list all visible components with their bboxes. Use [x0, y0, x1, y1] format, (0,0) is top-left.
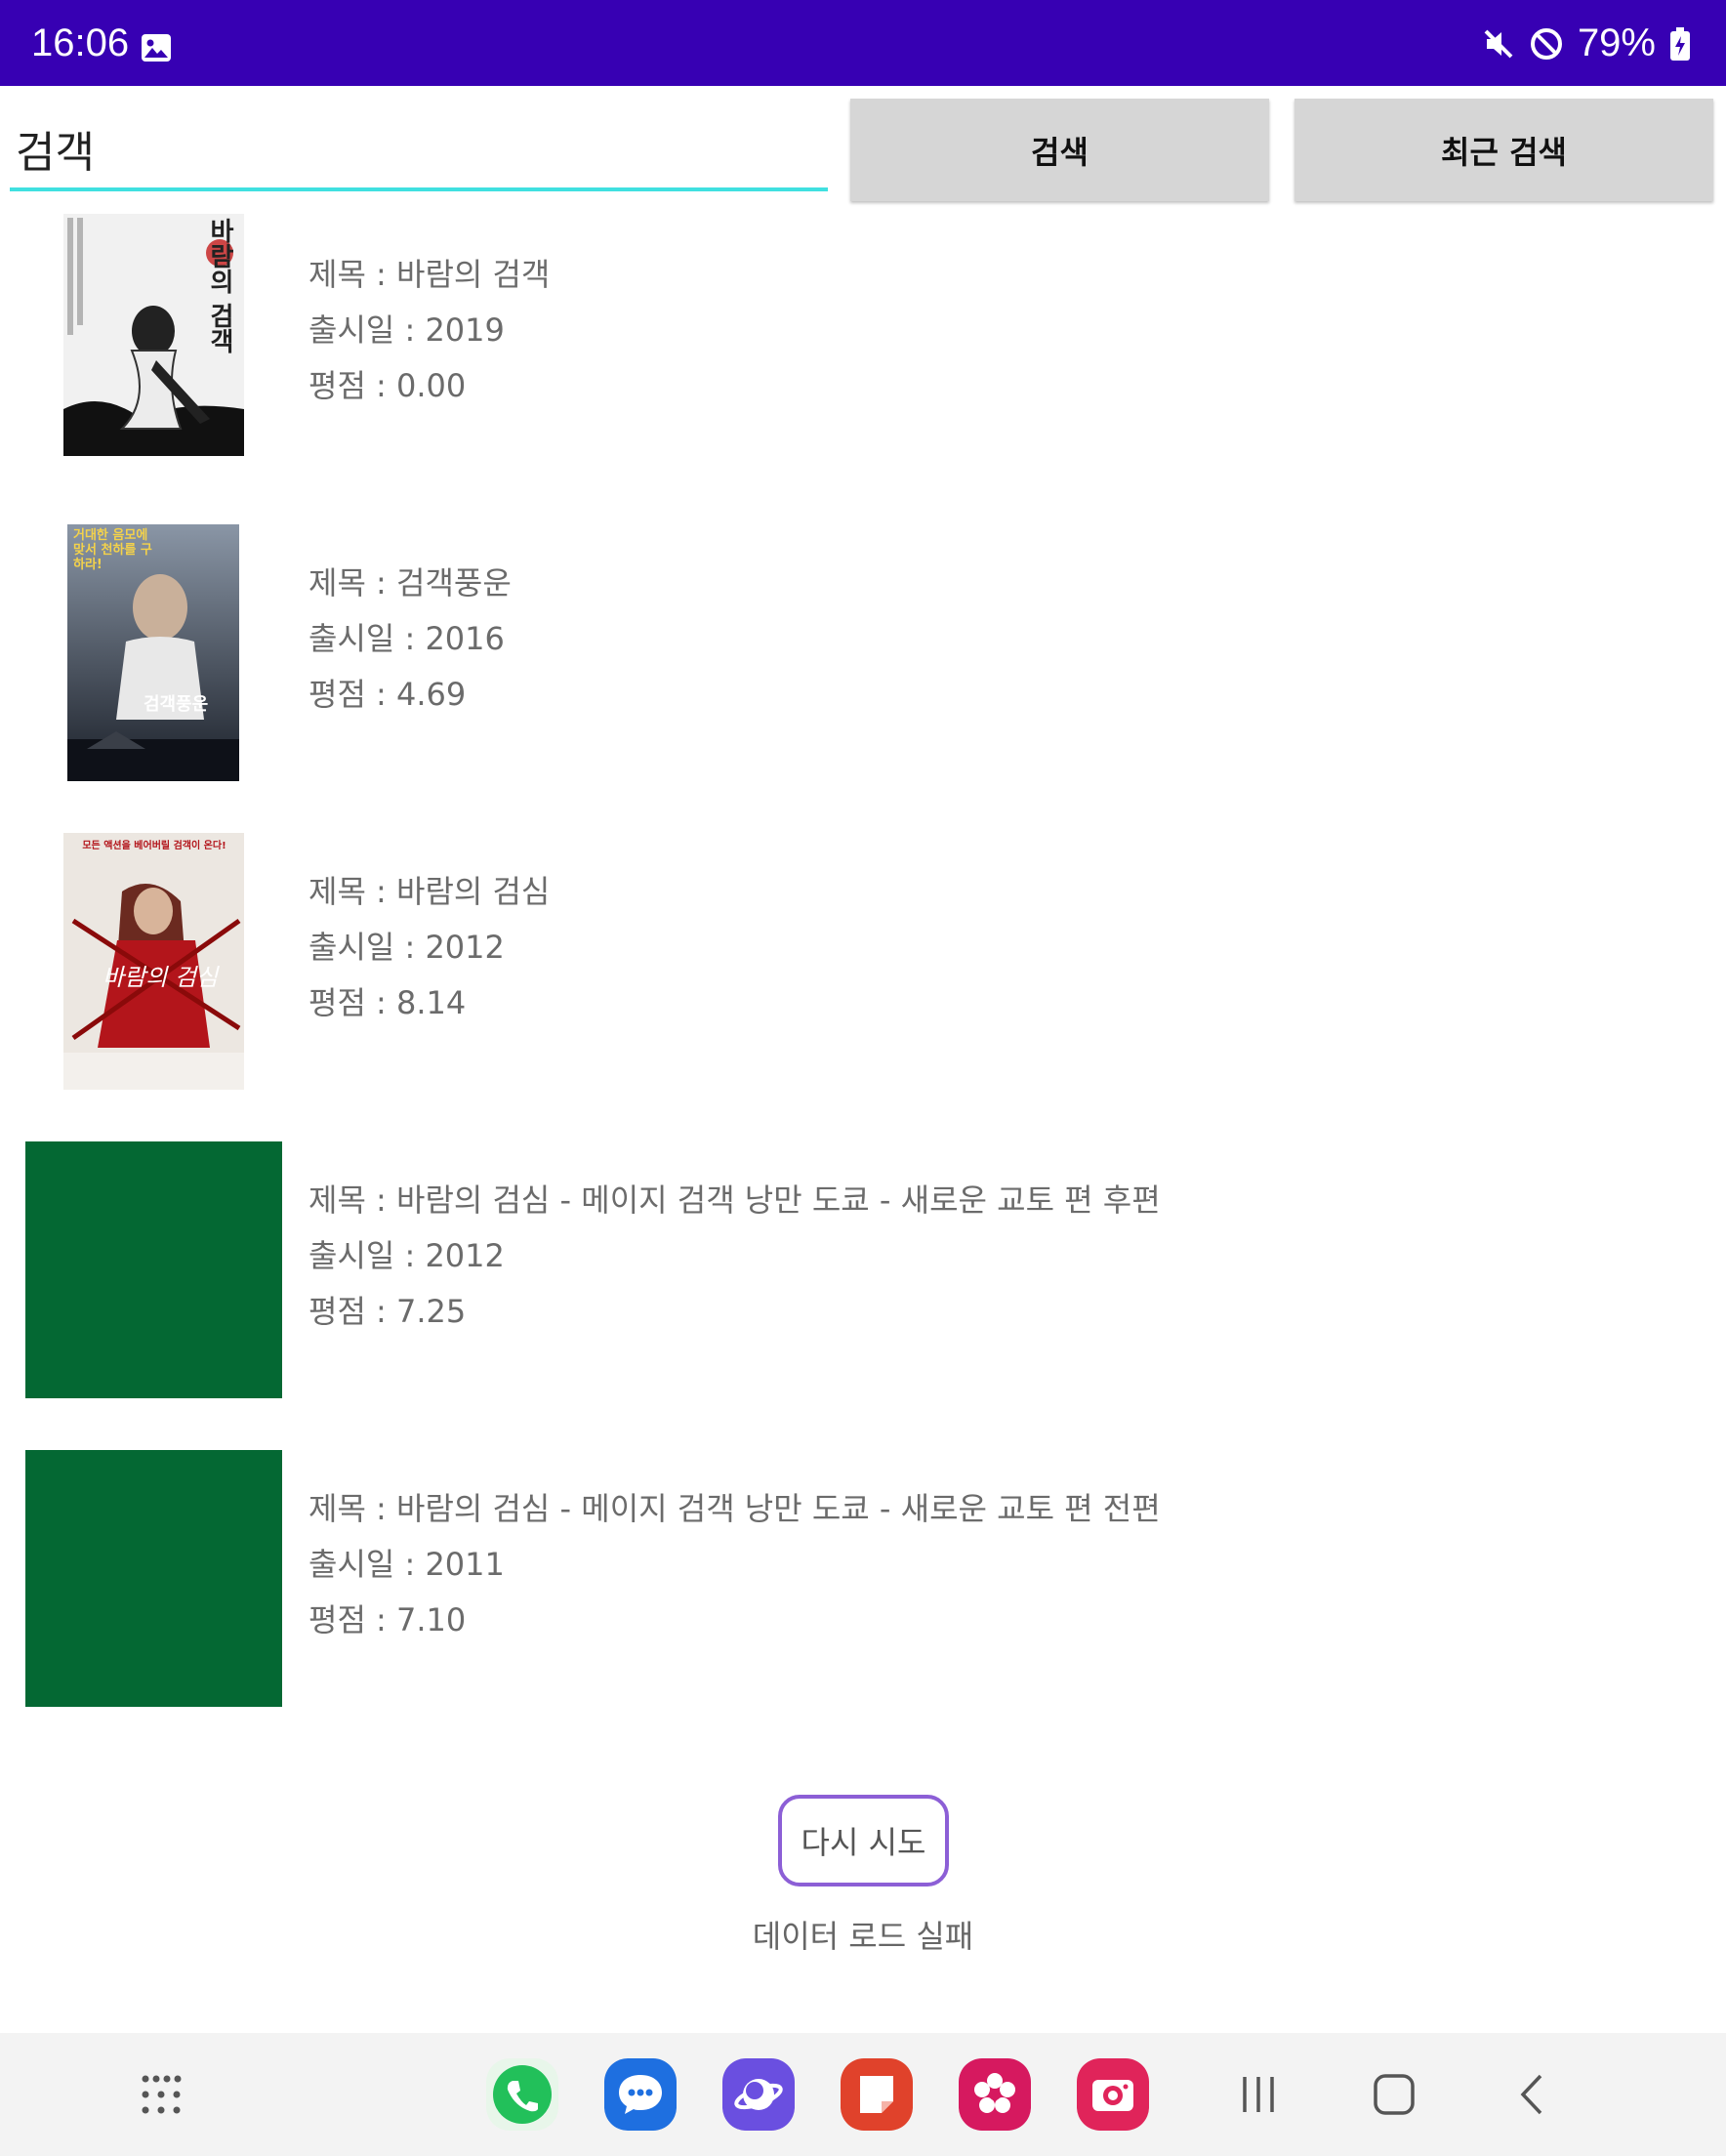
- search-input[interactable]: [10, 109, 828, 191]
- movie-rating: 평점 : 7.10: [308, 1601, 467, 1638]
- movie-release-date: 출시일 : 2012: [308, 1237, 505, 1274]
- apps-grid-icon: [142, 2075, 182, 2114]
- recent-search-button[interactable]: 최근 검색: [1294, 99, 1713, 201]
- recent-apps-button[interactable]: [1234, 2070, 1283, 2119]
- movie-rating: 평점 : 4.69: [308, 676, 467, 713]
- error-message: 데이터 로드 실패: [752, 1918, 974, 1955]
- back-button[interactable]: [1508, 2070, 1557, 2119]
- chat-bubble-icon: [619, 2075, 662, 2114]
- movie-poster: 모든 액션을 베어버릴 검객이 온다! 바람의 검심: [63, 833, 244, 1090]
- movie-release-date: 출시일 : 2012: [308, 929, 505, 966]
- movie-info: 제목 : 바람의 검객 출시일 : 2019 평점 : 0.00: [308, 247, 550, 414]
- movie-rating: 평점 : 0.00: [308, 367, 467, 404]
- internet-app-icon[interactable]: [722, 2058, 795, 2131]
- apps-grid-button[interactable]: [137, 2070, 185, 2119]
- home-icon: [1374, 2074, 1415, 2115]
- phone-app-icon[interactable]: [486, 2058, 558, 2131]
- taskbar: [0, 2033, 1726, 2156]
- movie-rating: 평점 : 7.25: [308, 1293, 467, 1330]
- battery-charging-icon: [1670, 26, 1690, 61]
- notes-app-icon[interactable]: [841, 2058, 913, 2131]
- messages-app-icon[interactable]: [604, 2058, 677, 2131]
- battery-percent: 79%: [1577, 21, 1656, 64]
- movie-release-date: 출시일 : 2019: [308, 311, 505, 349]
- poster-title-text: 바람의 검객: [205, 218, 234, 354]
- mute-icon: [1484, 29, 1513, 58]
- do-not-disturb-icon: [1530, 27, 1562, 60]
- status-time: 16:06: [31, 21, 130, 64]
- status-icons: 79%: [1482, 21, 1691, 65]
- placeholder-poster: [25, 1450, 282, 1707]
- movie-release-date: 출시일 : 2016: [308, 620, 505, 657]
- movie-info: 제목 : 바람의 검심 출시일 : 2012 평점 : 8.14: [308, 864, 550, 1031]
- result-item[interactable]: 모든 액션을 베어버릴 검객이 온다! 바람의 검심 제목 : 바람의 검심 출…: [0, 828, 1726, 1090]
- note-icon: [860, 2076, 893, 2113]
- phone-icon: [493, 2065, 552, 2124]
- camera-icon: [1092, 2080, 1133, 2111]
- poster-title-text: 바람의 검심: [103, 964, 219, 991]
- gallery-app-icon[interactable]: [959, 2058, 1031, 2131]
- movie-title: 제목 : 바람의 검심 - 메이지 검객 낭만 도쿄 - 새로운 교토 편 후편: [308, 1182, 1161, 1219]
- gallery-notification-icon: [142, 34, 171, 62]
- recent-apps-icon: [1243, 2077, 1274, 2112]
- back-icon: [1520, 2074, 1542, 2115]
- movie-poster: 바람의 검객: [63, 214, 244, 456]
- movie-info: 제목 : 바람의 검심 - 메이지 검객 낭만 도쿄 - 새로운 교토 편 전편…: [308, 1481, 1161, 1648]
- poster-title-text: 검객풍운: [144, 694, 209, 715]
- search-button[interactable]: 검색: [850, 99, 1269, 201]
- poster-tagline: 모든 액션을 베어버릴 검객이 온다!: [82, 841, 226, 851]
- camera-app-icon[interactable]: [1077, 2058, 1149, 2131]
- movie-rating: 평점 : 8.14: [308, 984, 467, 1021]
- result-item[interactable]: 제목 : 바람의 검심 - 메이지 검객 낭만 도쿄 - 새로운 교토 편 전편…: [0, 1445, 1726, 1707]
- result-item[interactable]: 제목 : 바람의 검심 - 메이지 검객 낭만 도쿄 - 새로운 교토 편 후편…: [0, 1137, 1726, 1398]
- result-item[interactable]: 바람의 검객 제목 : 바람의 검객 출시일 : 2019 평점 : 0.00: [0, 211, 1726, 471]
- placeholder-poster: [25, 1141, 282, 1398]
- home-button[interactable]: [1370, 2070, 1418, 2119]
- movie-info: 제목 : 바람의 검심 - 메이지 검객 낭만 도쿄 - 새로운 교토 편 후편…: [308, 1173, 1161, 1340]
- movie-title: 제목 : 바람의 검심 - 메이지 검객 낭만 도쿄 - 새로운 교토 편 전편: [308, 1490, 1161, 1527]
- movie-title: 제목 : 검객풍운: [308, 564, 512, 601]
- movie-release-date: 출시일 : 2011: [308, 1546, 505, 1583]
- movie-title: 제목 : 바람의 검심: [308, 873, 551, 910]
- retry-button[interactable]: 다시 시도: [778, 1795, 949, 1886]
- movie-poster: 거대한 음모에 맞서 천하를 구하라! 검객풍운: [67, 524, 239, 781]
- movie-title: 제목 : 바람의 검객: [308, 256, 551, 293]
- poster-tagline: 거대한 음모에 맞서 천하를 구하라!: [73, 528, 152, 572]
- movie-info: 제목 : 검객풍운 출시일 : 2016 평점 : 4.69: [308, 556, 512, 723]
- status-bar: 16:06 79%: [0, 0, 1726, 86]
- planet-icon: [734, 2079, 783, 2110]
- result-item[interactable]: 거대한 음모에 맞서 천하를 구하라! 검객풍운 제목 : 검객풍운 출시일 :…: [0, 519, 1726, 781]
- flower-icon: [974, 2073, 1015, 2113]
